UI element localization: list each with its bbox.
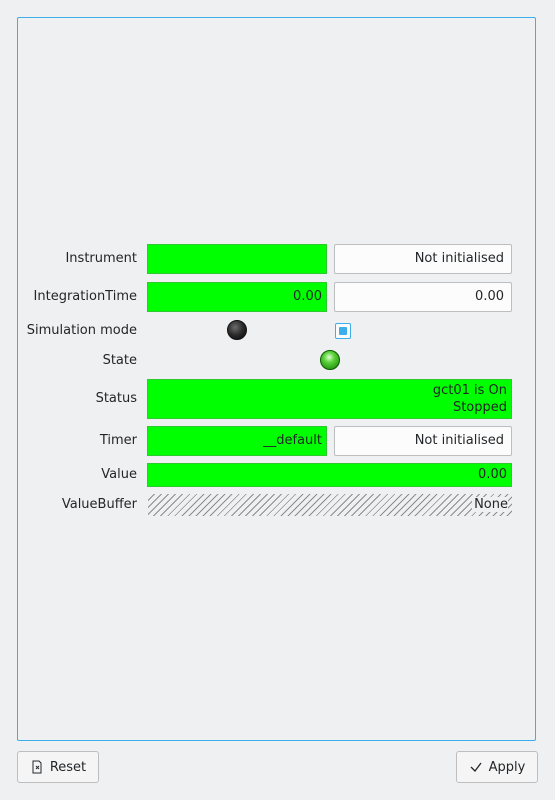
apply-button-label: Apply (488, 759, 526, 775)
instrument-label: Instrument (65, 251, 137, 266)
state-label: State (102, 353, 137, 368)
status-line-1: gct01 is On (432, 383, 507, 398)
value-buffer-label: ValueBuffer (61, 497, 137, 512)
reset-button-label: Reset (49, 759, 87, 775)
integration-time-label: IntegrationTime (33, 289, 137, 304)
reset-button[interactable]: Reset (17, 751, 99, 783)
status-read-value: gct01 is On Stopped (147, 379, 512, 419)
status-line-2: Stopped (452, 400, 507, 415)
timer-write-field[interactable]: Not initialised (334, 426, 512, 456)
instrument-write-field[interactable]: Not initialised (334, 244, 512, 274)
apply-button[interactable]: Apply (456, 751, 538, 783)
value-buffer-read-value: None (148, 494, 512, 516)
status-label: Status (95, 391, 137, 406)
reset-icon (30, 760, 44, 774)
instrument-read-value (147, 244, 327, 274)
value-buffer-text: None (472, 497, 508, 512)
timer-read-value: __default (147, 426, 327, 456)
simulation-mode-led-icon (227, 320, 247, 340)
simulation-mode-label: Simulation mode (26, 323, 137, 338)
value-label: Value (101, 467, 137, 482)
integration-time-read-value: 0.00 (147, 282, 327, 312)
checkmark-icon (469, 760, 483, 774)
simulation-mode-checkbox[interactable] (335, 323, 351, 339)
checkbox-check-icon (339, 327, 347, 335)
value-read-value: 0.00 (147, 463, 512, 487)
integration-time-write-field[interactable]: 0.00 (334, 282, 512, 312)
state-led-icon (320, 350, 340, 370)
timer-label: Timer (99, 433, 137, 448)
